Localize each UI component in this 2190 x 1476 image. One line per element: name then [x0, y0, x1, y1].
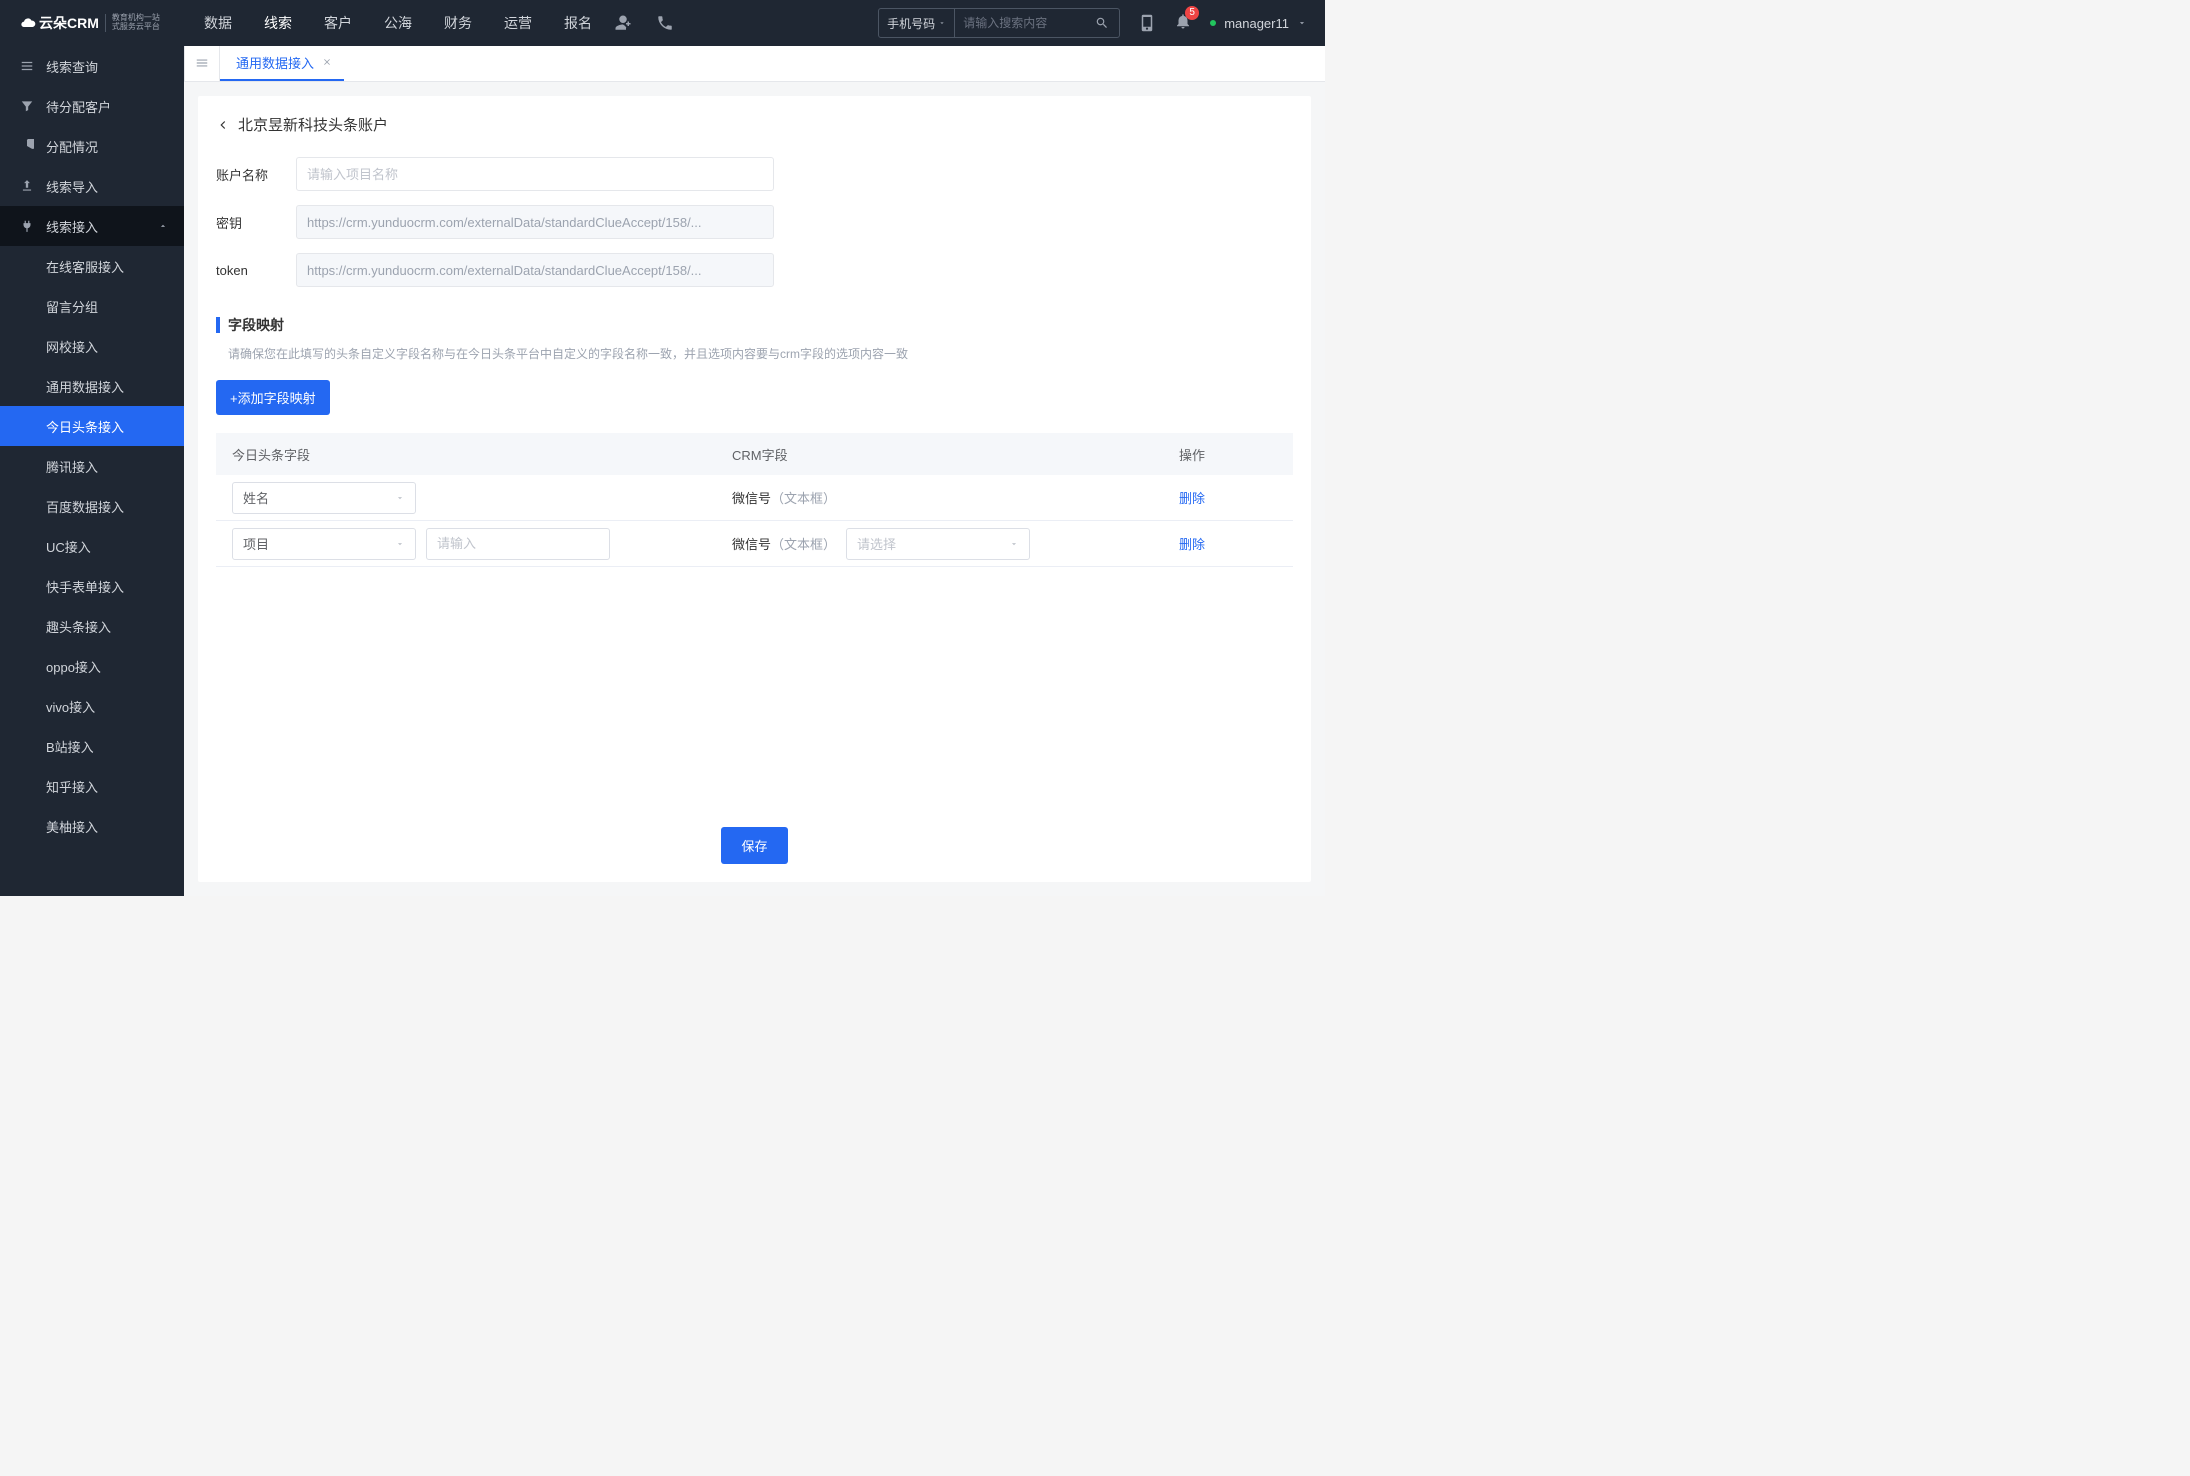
- toutiao-field-input[interactable]: [426, 528, 610, 560]
- sidebar-sub-item[interactable]: 网校接入: [0, 326, 184, 366]
- chevron-down-icon: [1297, 18, 1307, 28]
- search-button[interactable]: [1085, 16, 1119, 30]
- sidebar-sub-item[interactable]: 美柚接入: [0, 806, 184, 846]
- sidebar-item-assign-status[interactable]: 分配情况: [0, 126, 184, 166]
- chevron-down-icon: [395, 539, 405, 549]
- sidebar-sub-item[interactable]: 百度数据接入: [0, 486, 184, 526]
- table-header: 今日头条字段 CRM字段 操作: [216, 433, 1293, 475]
- nav-ops[interactable]: 运营: [504, 13, 532, 33]
- nav-sea[interactable]: 公海: [384, 13, 412, 33]
- mobile-icon[interactable]: [1138, 14, 1156, 32]
- delete-button[interactable]: 删除: [1179, 534, 1205, 553]
- tab-bar: 通用数据接入: [184, 46, 1325, 82]
- logo: 云朵CRM 教育机构一站 式服务云平台: [0, 13, 184, 33]
- save-button[interactable]: 保存: [721, 827, 787, 864]
- list-icon: [20, 59, 34, 73]
- close-icon[interactable]: [322, 57, 332, 67]
- nav-enroll[interactable]: 报名: [564, 13, 592, 33]
- sidebar-sub-item[interactable]: 今日头条接入: [0, 406, 184, 446]
- nav-customer[interactable]: 客户: [324, 13, 352, 33]
- search-box: 手机号码: [878, 8, 1120, 38]
- sidebar-sub-item[interactable]: B站接入: [0, 726, 184, 766]
- plug-icon: [20, 219, 34, 233]
- cloud-icon: [20, 15, 36, 31]
- logo-subtitle: 教育机构一站 式服务云平台: [105, 14, 160, 32]
- sidebar-sub-item[interactable]: 知乎接入: [0, 766, 184, 806]
- crm-field-select[interactable]: 请选择: [846, 528, 1030, 560]
- crm-field-label: 微信号（文本框）: [732, 534, 836, 553]
- username: manager11: [1224, 16, 1289, 31]
- user-menu[interactable]: manager11: [1210, 16, 1307, 31]
- status-dot: [1210, 20, 1216, 26]
- section-title: 字段映射: [228, 315, 284, 335]
- label-name: 账户名称: [216, 165, 296, 184]
- sidebar-sub-item[interactable]: 通用数据接入: [0, 366, 184, 406]
- delete-button[interactable]: 删除: [1179, 488, 1205, 507]
- sidebar: 线索查询 待分配客户 分配情况 线索导入 线索接入 在线客服接入: [0, 46, 184, 896]
- sidebar-sub-item[interactable]: oppo接入: [0, 646, 184, 686]
- table-row: 项目 微信号（文本框） 请选择 删除: [216, 521, 1293, 567]
- mapping-table: 今日头条字段 CRM字段 操作 姓名微信号（文本框）删除项目微信号（文本框）请选…: [216, 433, 1293, 567]
- toutiao-field-select[interactable]: 姓名: [232, 482, 416, 514]
- sidebar-sub-item[interactable]: UC接入: [0, 526, 184, 566]
- chevron-down-icon: [395, 493, 405, 503]
- funnel-icon: [20, 99, 34, 113]
- chevron-down-icon: [938, 19, 946, 27]
- phone-icon[interactable]: [656, 14, 674, 32]
- notifications-button[interactable]: 5: [1174, 12, 1192, 35]
- nav-data[interactable]: 数据: [204, 13, 232, 33]
- sidebar-item-unassigned[interactable]: 待分配客户: [0, 86, 184, 126]
- chevron-down-icon: [1009, 539, 1019, 549]
- table-row: 姓名 微信号（文本框） 删除: [216, 475, 1293, 521]
- main: 通用数据接入 北京昱新科技头条账户 账户名称 密钥: [184, 46, 1325, 896]
- token-input[interactable]: [296, 253, 774, 287]
- account-name-input[interactable]: [296, 157, 774, 191]
- search-type-select[interactable]: 手机号码: [879, 9, 955, 37]
- page-title: 北京昱新科技头条账户: [238, 114, 388, 135]
- header: 云朵CRM 教育机构一站 式服务云平台 数据 线索 客户 公海 财务 运营 报名…: [0, 0, 1325, 46]
- sidebar-item-import[interactable]: 线索导入: [0, 166, 184, 206]
- notif-badge: 5: [1185, 6, 1199, 20]
- sidebar-sub-item[interactable]: 在线客服接入: [0, 246, 184, 286]
- section-bar: [216, 317, 220, 333]
- sidebar-item-lead-access[interactable]: 线索接入: [0, 206, 184, 246]
- pie-icon: [20, 139, 34, 153]
- breadcrumb[interactable]: 北京昱新科技头条账户: [216, 114, 1293, 135]
- section-description: 请确保您在此填写的头条自定义字段名称与在今日头条平台中自定义的字段名称一致，并且…: [216, 345, 1293, 362]
- label-secret: 密钥: [216, 213, 296, 232]
- tab-active[interactable]: 通用数据接入: [220, 46, 344, 81]
- sidebar-sub-item[interactable]: 快手表单接入: [0, 566, 184, 606]
- secret-input[interactable]: [296, 205, 774, 239]
- crm-field-label: 微信号（文本框）: [732, 488, 836, 507]
- user-plus-icon[interactable]: [614, 14, 632, 32]
- sidebar-sub-item[interactable]: 趣头条接入: [0, 606, 184, 646]
- label-token: token: [216, 263, 296, 278]
- top-nav: 数据 线索 客户 公海 财务 运营 报名: [204, 13, 592, 33]
- search-input[interactable]: [955, 16, 1085, 30]
- nav-leads[interactable]: 线索: [264, 13, 292, 33]
- content-panel: 北京昱新科技头条账户 账户名称 密钥 token: [198, 96, 1311, 882]
- search-icon: [1095, 16, 1109, 30]
- sidebar-sub-item[interactable]: vivo接入: [0, 686, 184, 726]
- import-icon: [20, 179, 34, 193]
- sidebar-item-lead-query[interactable]: 线索查询: [0, 46, 184, 86]
- sidebar-sub-item[interactable]: 留言分组: [0, 286, 184, 326]
- nav-finance[interactable]: 财务: [444, 13, 472, 33]
- sidebar-sub-item[interactable]: 腾讯接入: [0, 446, 184, 486]
- tab-menu-button[interactable]: [184, 46, 220, 81]
- chevron-left-icon: [216, 118, 230, 132]
- toutiao-field-select[interactable]: 项目: [232, 528, 416, 560]
- chevron-up-icon: [158, 221, 168, 231]
- add-mapping-button[interactable]: +添加字段映射: [216, 380, 330, 415]
- menu-icon: [195, 56, 209, 70]
